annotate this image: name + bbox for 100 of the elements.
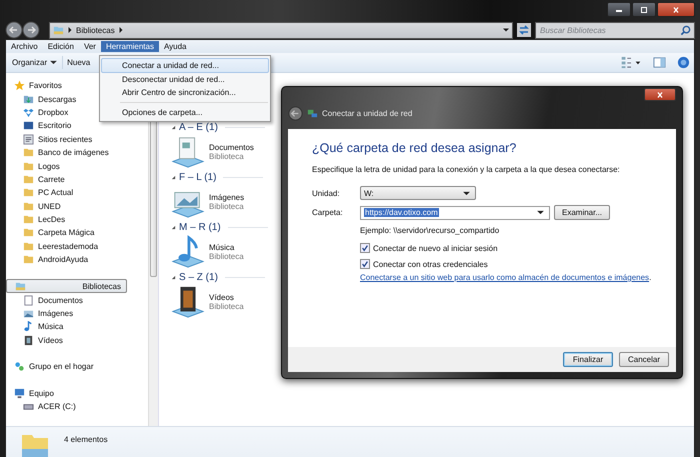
- sidebar-item[interactable]: Escritorio: [6, 119, 148, 133]
- field-label: Unidad:: [312, 188, 341, 198]
- group-heading: A – E (1): [179, 122, 218, 132]
- menu-item[interactable]: Ayuda: [158, 41, 192, 52]
- music-note-icon: [23, 321, 34, 332]
- minimize-button[interactable]: [607, 2, 631, 17]
- caret-icon: [50, 60, 58, 65]
- sidebar-item[interactable]: Vídeos: [6, 334, 148, 348]
- library-name[interactable]: Música: [209, 242, 244, 252]
- menu-item[interactable]: Herramientas: [100, 41, 159, 52]
- browse-button[interactable]: Examinar...: [554, 205, 610, 220]
- music-library-icon: [171, 234, 205, 268]
- dialog-button[interactable]: Finalizar: [563, 352, 613, 367]
- preview-pane-icon[interactable]: [653, 56, 666, 69]
- search-field[interactable]: Buscar Bibliotecas: [535, 22, 695, 38]
- breadcrumb[interactable]: Bibliotecas: [76, 26, 115, 34]
- folder-icon: [23, 160, 34, 172]
- computer-icon: [14, 388, 25, 399]
- sidebar-item[interactable]: PC Actual: [6, 186, 148, 200]
- caret-icon: [463, 190, 470, 196]
- back-icon[interactable]: [288, 106, 303, 121]
- maximize-button[interactable]: [632, 2, 656, 17]
- menu-item[interactable]: Conectar a unidad de red...: [101, 58, 269, 73]
- drive-icon: [23, 401, 34, 412]
- dialog-button[interactable]: Cancelar: [619, 352, 669, 367]
- folder-icon: [23, 147, 34, 158]
- toolbar-button[interactable]: Organizar: [8, 56, 62, 69]
- field-label: Carpeta:: [312, 208, 344, 217]
- item-count: 4 elementos: [64, 435, 108, 444]
- dropdown-arrow-icon[interactable]: [503, 27, 509, 33]
- menu-item[interactable]: Abrir Centro de sincronización...: [102, 86, 268, 99]
- sidebar-item[interactable]: Grupo en el hogar: [6, 360, 148, 374]
- recent-places-icon: [23, 134, 34, 145]
- sidebar-item[interactable]: Equipo: [6, 386, 148, 400]
- web-site-link[interactable]: Conectarse a un sitio web para usarlo como almacén de documentos e imágenes: [360, 273, 650, 282]
- folder-icon: [23, 187, 34, 198]
- folder-icon: [23, 174, 34, 185]
- library-name[interactable]: Vídeos: [209, 292, 244, 302]
- folder-combobox[interactable]: https://dav.otixo.com: [360, 206, 550, 220]
- folder-icon: [23, 214, 34, 226]
- sidebar-item[interactable]: Logos: [6, 159, 148, 173]
- collapse-arrow-icon[interactable]: [171, 174, 176, 180]
- sidebar-item[interactable]: Banco de imágenes: [6, 146, 148, 160]
- dialog-title: Conectar a unidad de red: [322, 109, 412, 118]
- sidebar-item[interactable]: Documentos: [6, 293, 148, 307]
- sidebar-item[interactable]: AndroidAyuda: [6, 253, 148, 266]
- collapse-arrow-icon[interactable]: [171, 224, 176, 230]
- sidebar-item[interactable]: ACER (C:): [6, 400, 148, 414]
- collapse-arrow-icon[interactable]: [171, 124, 176, 130]
- sidebar-item[interactable]: Leerestademoda: [6, 240, 148, 254]
- group-heading: M – R (1): [179, 222, 221, 232]
- sidebar-item[interactable]: Música: [6, 320, 148, 334]
- group-heading: F – L (1): [179, 172, 216, 182]
- toolbar-button[interactable]: Nueva: [62, 56, 94, 69]
- download-folder-icon: [23, 94, 34, 105]
- menu-item[interactable]: Edición: [42, 41, 79, 52]
- star-icon: [14, 80, 25, 92]
- desktop-icon: [23, 120, 34, 132]
- sidebar-item[interactable]: Carrete: [6, 172, 148, 186]
- videos-library-icon: [171, 284, 205, 318]
- drive-dropdown[interactable]: W:: [360, 186, 476, 200]
- sidebar-item[interactable]: LecDes: [6, 212, 148, 226]
- group-heading: S – Z (1): [179, 272, 218, 282]
- dialog-heading: ¿Qué carpeta de red desea asignar?: [312, 141, 518, 155]
- menu-item[interactable]: Desconectar unidad de red...: [102, 73, 268, 86]
- sidebar-item[interactable]: Sitios recientes: [6, 132, 148, 146]
- back-forward-icon[interactable]: [5, 21, 41, 39]
- sidebar-item[interactable]: Carpeta Mágica: [6, 226, 148, 240]
- library-name[interactable]: Documentos: [209, 142, 254, 152]
- folder-icon: [23, 200, 34, 212]
- library-icon: [53, 24, 64, 36]
- close-button[interactable]: [644, 88, 676, 101]
- folder-icon: [23, 254, 34, 266]
- library-name[interactable]: Imágenes: [209, 192, 244, 202]
- dropbox-icon: [23, 106, 34, 118]
- menu-item[interactable]: Ver: [78, 41, 101, 52]
- close-button[interactable]: [657, 2, 695, 17]
- checkbox[interactable]: [360, 243, 370, 253]
- folder-icon: [23, 240, 34, 252]
- collapse-arrow-icon[interactable]: [171, 274, 176, 280]
- period-text: .: [649, 273, 652, 282]
- sidebar-item[interactable]: Bibliotecas: [6, 279, 127, 294]
- search-icon: [680, 24, 691, 36]
- menu-item[interactable]: Archivo: [6, 41, 43, 52]
- example-text: Ejemplo: \\servidor\recurso_compartido: [360, 226, 500, 235]
- help-icon[interactable]: [677, 56, 690, 69]
- checkbox-label[interactable]: Conectar con otras credenciales: [373, 260, 488, 268]
- checkbox[interactable]: [360, 259, 370, 269]
- view-options-icon[interactable]: [620, 56, 642, 69]
- film-icon: [23, 334, 34, 346]
- sidebar-item[interactable]: UNED: [6, 200, 148, 213]
- breadcrumb-arrow-icon: [118, 27, 124, 33]
- checkbox-label[interactable]: Conectar de nuevo al iniciar sesión: [373, 244, 498, 252]
- documents-library-icon: [171, 134, 205, 168]
- homegroup-icon: [14, 361, 25, 372]
- sidebar-item[interactable]: Imágenes: [6, 306, 148, 320]
- refresh-icon[interactable]: [517, 23, 531, 37]
- address-bar[interactable]: Bibliotecas: [49, 22, 513, 38]
- network-drive-icon: [307, 108, 318, 119]
- close-icon: [655, 92, 665, 98]
